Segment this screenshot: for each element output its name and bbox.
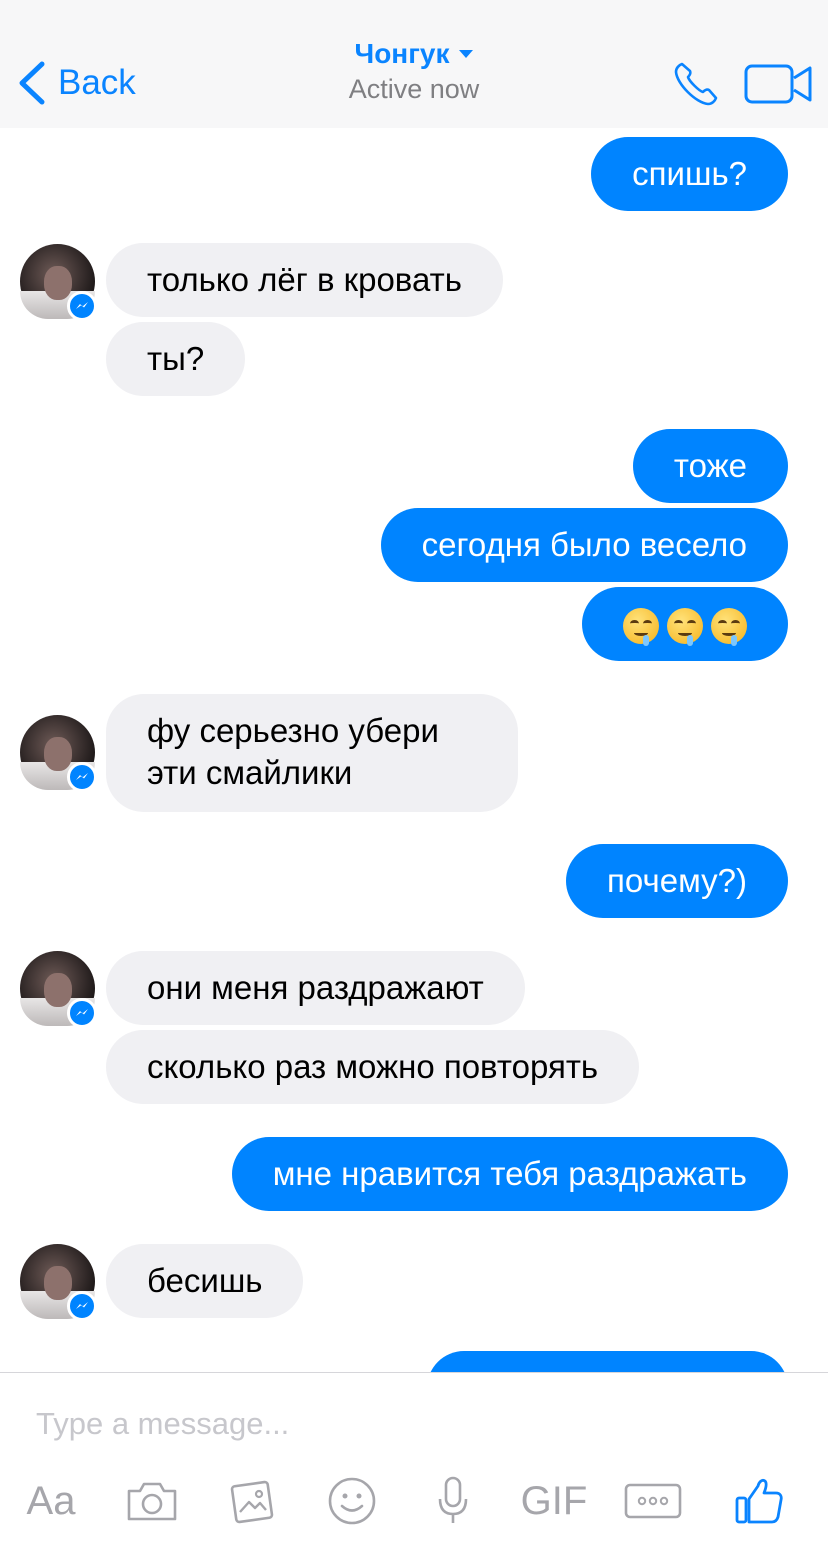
message-incoming[interactable]: только лёг в кровать xyxy=(106,243,503,317)
message-incoming[interactable]: они меня раздражают xyxy=(106,951,525,1025)
messenger-badge-icon xyxy=(67,762,97,792)
message-outgoing[interactable]: сегодня было весело xyxy=(380,508,788,582)
video-camera-icon[interactable] xyxy=(744,62,814,106)
message-outgoing[interactable]: почему?) xyxy=(566,844,788,918)
messenger-badge-icon xyxy=(67,1291,97,1321)
smiley-icon xyxy=(328,1477,376,1525)
contact-name[interactable]: Чонгук xyxy=(355,38,474,70)
message-incoming[interactable]: бесишь xyxy=(106,1244,304,1318)
photos-button[interactable] xyxy=(228,1473,278,1529)
chat-header: Back Чонгук Active now xyxy=(0,0,828,128)
gif-label: GIF xyxy=(520,1478,588,1523)
message-incoming[interactable]: сколько раз можно повторять xyxy=(106,1030,640,1104)
message-thread[interactable]: спишь? только лёг в кровать ты? тоже сег… xyxy=(0,128,828,1372)
caret-down-icon xyxy=(459,50,474,58)
text-format-button[interactable]: Aa xyxy=(22,1473,80,1529)
phone-icon[interactable] xyxy=(672,60,720,108)
microphone-icon xyxy=(438,1476,468,1523)
messenger-badge-icon xyxy=(67,998,97,1028)
messenger-badge-icon xyxy=(67,291,97,321)
avatar[interactable] xyxy=(20,951,97,1028)
message-incoming[interactable]: ты? xyxy=(106,322,246,396)
avatar[interactable] xyxy=(20,1244,97,1321)
emoji-button[interactable] xyxy=(326,1473,378,1529)
message-outgoing[interactable]: спишь? xyxy=(591,137,788,211)
message-outgoing-emoji[interactable] xyxy=(582,587,788,661)
composer: Aa GIF xyxy=(0,1372,828,1550)
thumbs-up-icon xyxy=(735,1478,783,1524)
message-line: фу серьезно убери xyxy=(147,712,439,749)
drooling-face-icon xyxy=(623,608,659,647)
text-format-label: Aa xyxy=(26,1478,76,1523)
drooling-face-icon xyxy=(711,608,747,647)
avatar[interactable] xyxy=(20,244,97,321)
photo-icon xyxy=(230,1480,274,1524)
camera-icon xyxy=(127,1482,177,1521)
voice-button[interactable] xyxy=(434,1473,472,1529)
message-line: эти смайлики xyxy=(147,754,353,791)
contact-name-text: Чонгук xyxy=(354,38,450,69)
avatar[interactable] xyxy=(20,715,97,792)
more-icon xyxy=(624,1483,682,1519)
camera-button[interactable] xyxy=(124,1473,180,1529)
more-button[interactable] xyxy=(624,1473,682,1529)
like-button[interactable] xyxy=(734,1473,784,1529)
message-outgoing-partial[interactable] xyxy=(427,1351,788,1372)
message-input[interactable] xyxy=(36,1401,796,1447)
message-outgoing[interactable]: тоже xyxy=(632,429,788,503)
gif-button[interactable]: GIF xyxy=(518,1473,590,1529)
message-outgoing[interactable]: мне нравится тебя раздражать xyxy=(231,1137,788,1211)
drooling-face-icon xyxy=(667,608,703,647)
message-incoming[interactable]: фу серьезно убери эти смайлики xyxy=(106,694,518,812)
